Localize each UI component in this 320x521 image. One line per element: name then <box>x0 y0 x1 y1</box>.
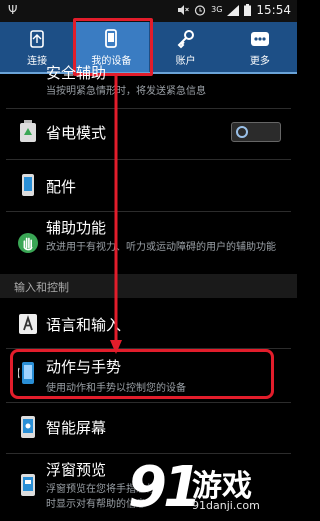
connections-icon <box>26 29 48 49</box>
more-icon <box>249 29 271 49</box>
watermark-url: 91danji.com <box>192 499 260 512</box>
item-subtitle: 改进用于有视力、听力或运动障碍的用户的辅助功能 <box>46 242 276 253</box>
alarm-icon <box>195 5 206 16</box>
list-item-accessibility[interactable]: 辅助功能 改进用于有视力、听力或运动障碍的用户的辅助功能 <box>0 212 297 278</box>
annotation-arrow <box>110 76 122 354</box>
tab-label: 连接 <box>27 56 48 67</box>
tab-more[interactable]: 更多 <box>223 22 297 72</box>
power-saving-toggle[interactable] <box>231 122 281 142</box>
item-title: 省电模式 <box>46 124 107 142</box>
section-header-input-control: 输入和控制 <box>0 274 297 298</box>
item-title: 辅助功能 <box>46 219 107 237</box>
list-item-smart-screen[interactable]: 智能屏幕 <box>0 403 297 447</box>
list-item-language-input[interactable]: 语言和输入 <box>0 300 297 348</box>
screen: Ψ 3G 15:54 连接 我的设备 账户 更多 安全辅助 当按明紧急情形时，将… <box>0 0 297 521</box>
battery-icon <box>244 4 252 16</box>
site-watermark: 91 游戏 91danji.com <box>128 455 297 521</box>
toggle-knob <box>236 126 248 138</box>
usb-icon: Ψ <box>8 3 18 17</box>
list-item-accessories[interactable]: 配件 <box>0 160 297 210</box>
watermark-logo: 91 <box>128 455 202 520</box>
list-item-safety-assistance[interactable]: 安全辅助 当按明紧急情形时，将发送紧急信息 <box>0 64 297 104</box>
mute-icon <box>178 5 189 15</box>
item-title: 智能屏幕 <box>46 419 107 437</box>
accounts-icon <box>175 29 197 49</box>
phone-accessory-icon <box>22 174 34 196</box>
item-title: 配件 <box>46 178 77 196</box>
item-title: 安全辅助 <box>46 64 107 82</box>
annotation-box-motions <box>10 349 274 399</box>
settings-list: 安全辅助 当按明紧急情形时，将发送紧急信息 省电模式 配件 辅助功能 改进用于有… <box>0 64 297 521</box>
tab-label: 账户 <box>175 56 196 67</box>
tab-label: 更多 <box>249 56 270 67</box>
item-subtitle: 当按明紧急情形时，将发送紧急信息 <box>46 86 206 97</box>
list-item-power-saving[interactable]: 省电模式 <box>0 109 297 153</box>
network-type-label: 3G <box>211 5 223 14</box>
tab-accounts[interactable]: 账户 <box>149 22 223 72</box>
accessibility-hand-icon <box>18 233 38 253</box>
language-a-icon <box>19 314 37 334</box>
item-title: 浮窗预览 <box>46 461 107 479</box>
battery-recycle-icon <box>20 120 36 142</box>
air-view-icon <box>21 474 35 496</box>
clock: 15:54 <box>256 3 291 17</box>
section-title: 输入和控制 <box>14 281 69 294</box>
signal-icon <box>227 4 240 16</box>
smart-screen-icon <box>21 416 35 438</box>
